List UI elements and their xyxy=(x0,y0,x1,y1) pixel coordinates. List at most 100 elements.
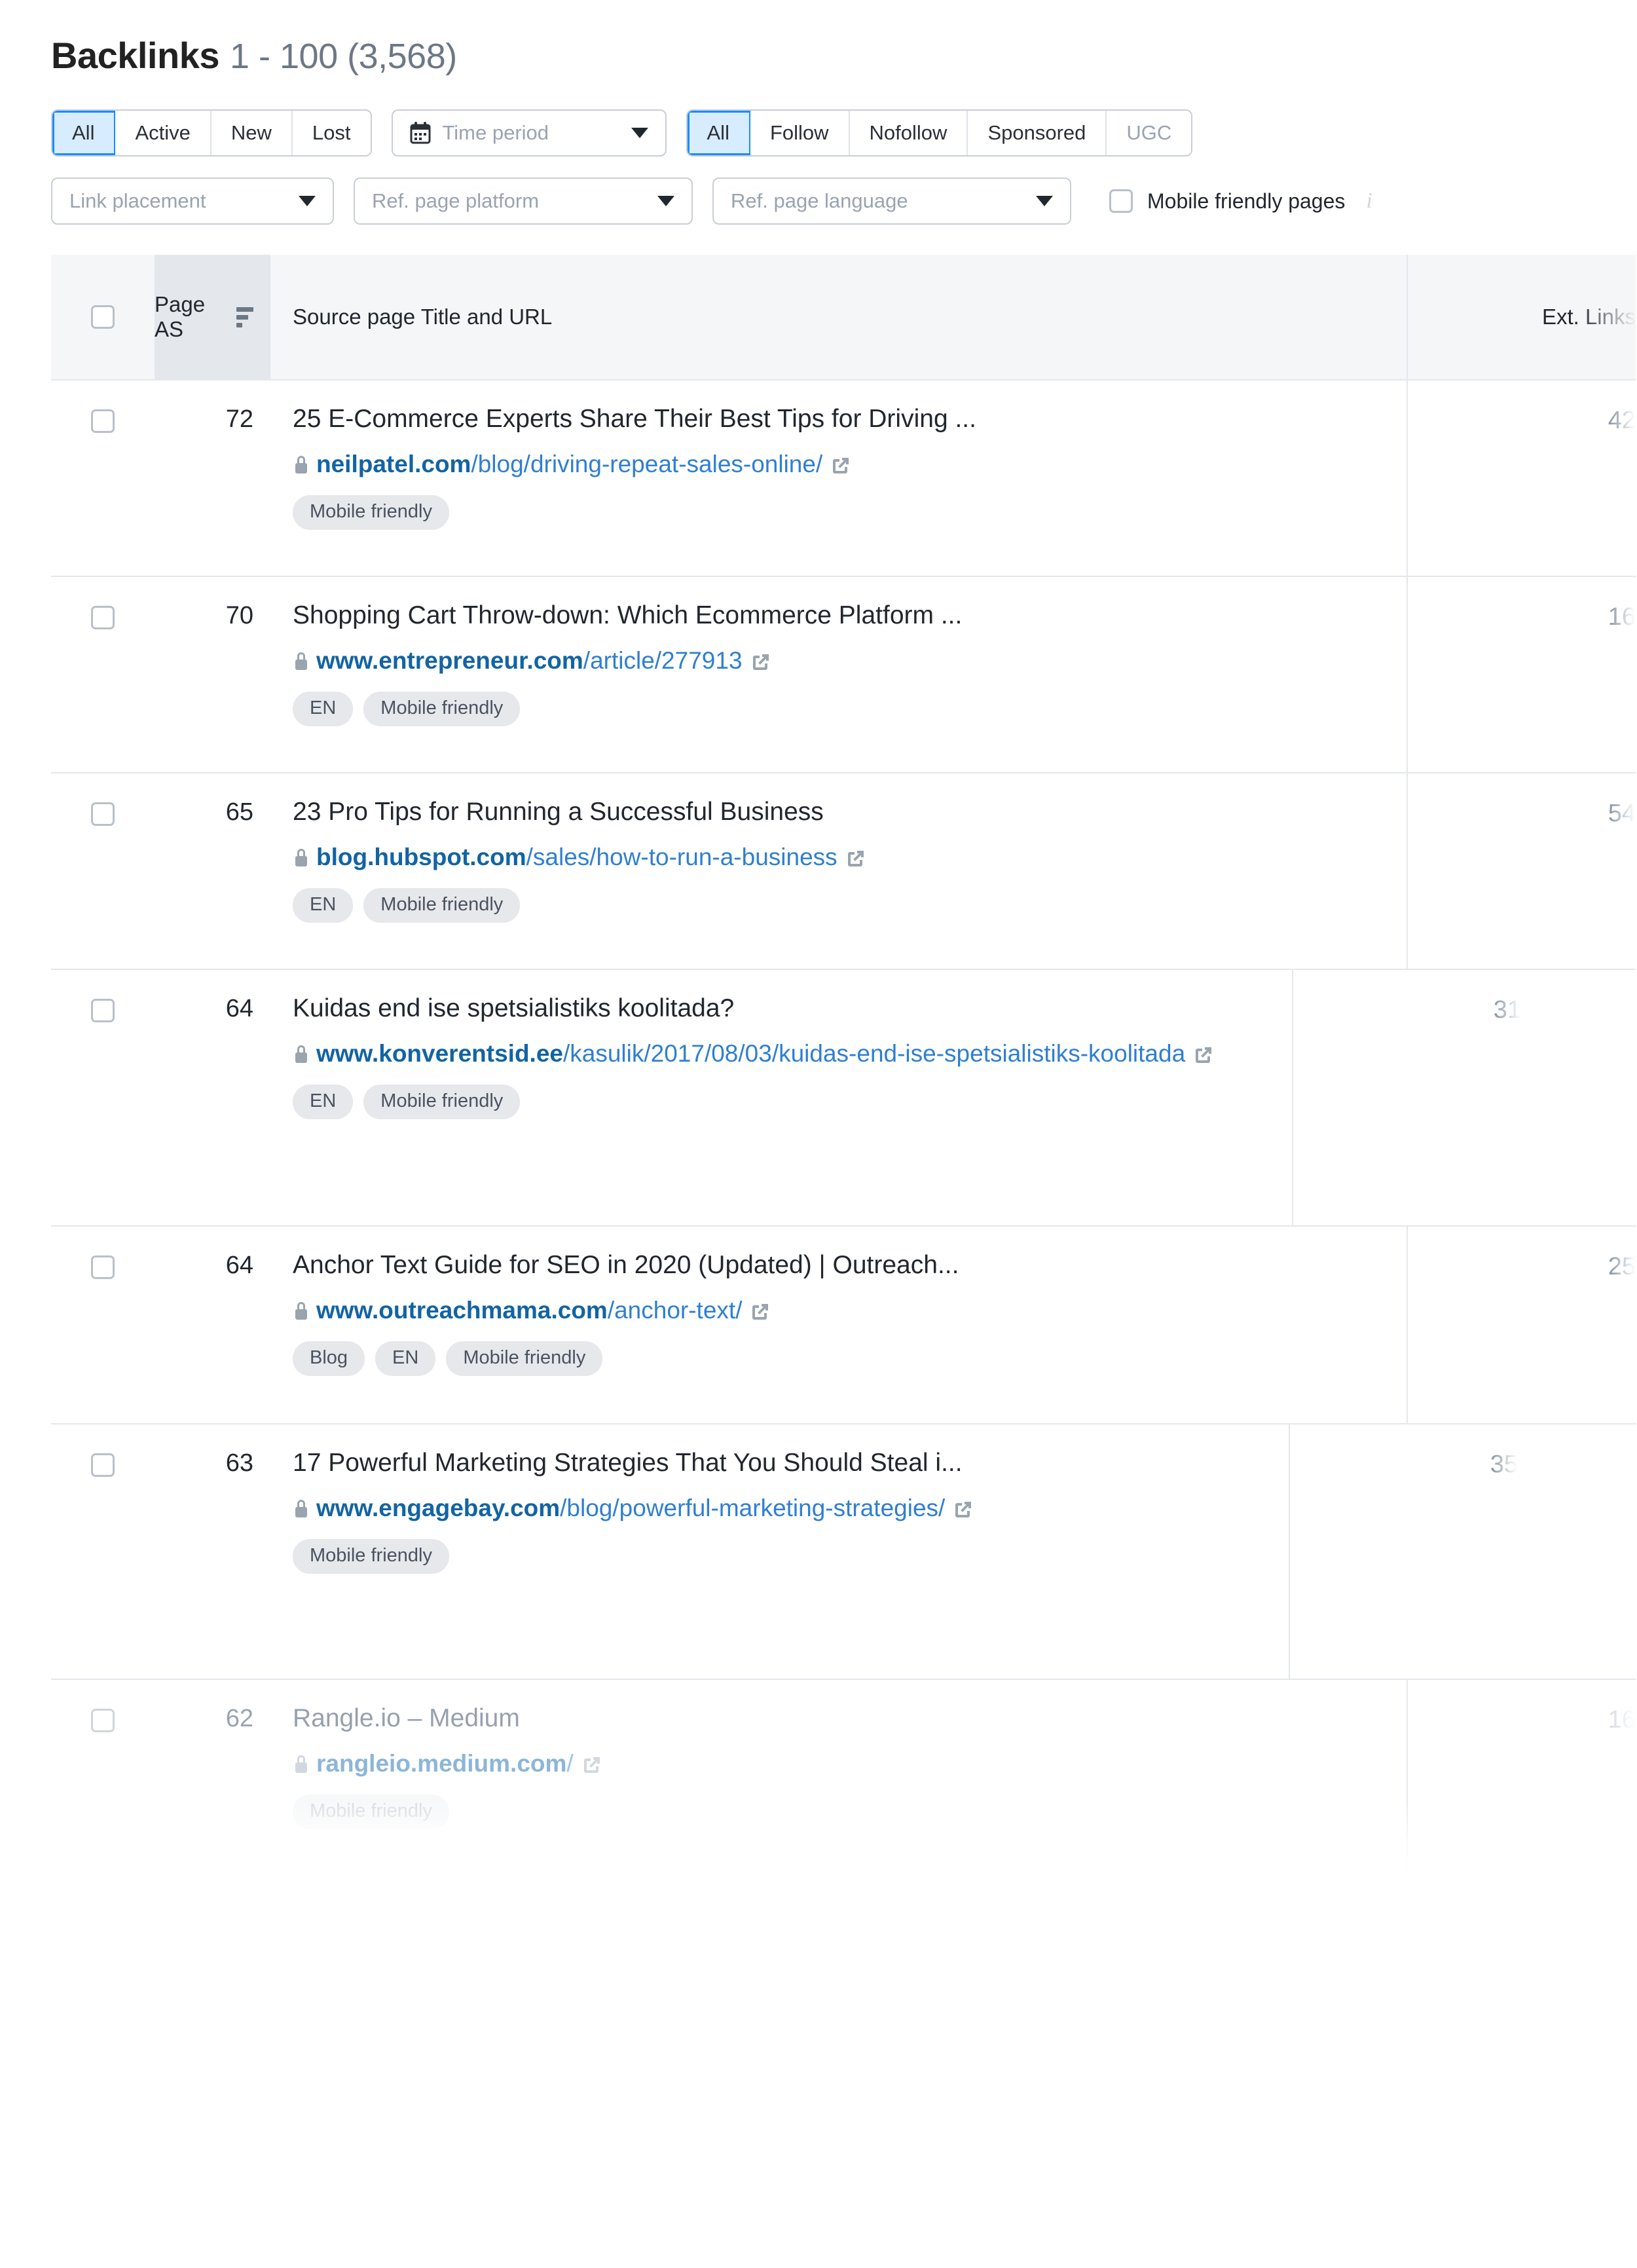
mobile-friendly-pages-checkbox[interactable] xyxy=(1109,189,1133,213)
lock-icon xyxy=(293,846,310,873)
row-source-cell: 25 E-Commerce Experts Share Their Best T… xyxy=(270,381,1407,576)
page-title-range: 1 - 100 (3,568) xyxy=(230,37,457,76)
info-icon[interactable]: i xyxy=(1366,189,1372,214)
url-domain[interactable]: neilpatel.com xyxy=(316,451,471,477)
status-filter-lost[interactable]: Lost xyxy=(292,111,371,155)
ref-page-language-dropdown[interactable]: Ref. page language xyxy=(712,177,1071,225)
row-tags: EN Mobile friendly xyxy=(293,887,1407,923)
filter-row-secondary: Link placement Ref. page platform Ref. p… xyxy=(0,177,1637,225)
source-page-url[interactable]: neilpatel.com/blog/driving-repeat-sales-… xyxy=(293,449,1407,481)
tag-language: EN xyxy=(293,1084,354,1119)
row-page-as-cell: 63 xyxy=(155,1424,270,1679)
page-as-value: 70 xyxy=(225,602,253,629)
column-header-page-as[interactable]: Page AS xyxy=(155,255,270,379)
sort-descending-icon[interactable] xyxy=(236,307,253,327)
row-checkbox[interactable] xyxy=(91,999,115,1022)
row-tags: Mobile friendly xyxy=(293,494,1407,530)
url-path[interactable]: / xyxy=(566,1750,573,1777)
time-period-label: Time period xyxy=(442,121,549,144)
follow-filter-all[interactable]: All xyxy=(687,111,750,155)
url-domain[interactable]: www.engagebay.com xyxy=(316,1495,560,1521)
url-path[interactable]: /anchor-text/ xyxy=(608,1297,743,1324)
row-checkbox[interactable] xyxy=(91,802,115,826)
time-period-dropdown[interactable]: Time period xyxy=(391,109,667,157)
source-page-url[interactable]: rangleio.medium.com/ xyxy=(293,1748,1407,1780)
row-checkbox[interactable] xyxy=(91,409,115,433)
ref-page-platform-label: Ref. page platform xyxy=(372,189,540,212)
link-placement-dropdown[interactable]: Link placement xyxy=(51,177,334,225)
tag-mobile-friendly: Mobile friendly xyxy=(293,1794,449,1829)
row-checkbox[interactable] xyxy=(91,1255,115,1279)
chevron-down-icon xyxy=(631,128,648,138)
row-page-as-cell: 62 xyxy=(155,1680,270,1876)
row-select-cell xyxy=(51,1424,155,1679)
status-filter-all[interactable]: All xyxy=(52,111,116,155)
url-domain[interactable]: www.outreachmama.com xyxy=(316,1297,608,1324)
table-row[interactable]: 65 23 Pro Tips for Running a Successful … xyxy=(51,773,1636,970)
tag-language: EN xyxy=(375,1341,436,1376)
url-domain[interactable]: www.entrepreneur.com xyxy=(316,647,583,674)
page-as-value: 64 xyxy=(225,1252,253,1279)
row-source-cell: Shopping Cart Throw-down: Which Ecommerc… xyxy=(270,577,1407,772)
status-filter-active[interactable]: Active xyxy=(115,111,212,155)
row-checkbox[interactable] xyxy=(91,1453,115,1477)
tag-mobile-friendly: Mobile friendly xyxy=(446,1341,603,1376)
url-path[interactable]: /sales/how-to-run-a-business xyxy=(526,844,837,870)
source-page-title: Rangle.io – Medium xyxy=(293,1704,520,1732)
follow-filter-follow[interactable]: Follow xyxy=(750,111,850,155)
tag-language: EN xyxy=(293,887,354,923)
source-page-url[interactable]: www.outreachmama.com/anchor-text/ xyxy=(293,1295,1407,1327)
url-domain[interactable]: www.konverentsid.ee xyxy=(316,1040,563,1067)
table-row[interactable]: 72 25 E-Commerce Experts Share Their Bes… xyxy=(51,381,1636,577)
url-path[interactable]: /article/277913 xyxy=(583,647,743,674)
source-page-url[interactable]: www.konverentsid.ee/kasulik/2017/08/03/k… xyxy=(293,1038,1292,1070)
page-as-value: 72 xyxy=(225,405,253,433)
external-link-icon[interactable] xyxy=(581,1755,602,1780)
table-row[interactable]: 63 17 Powerful Marketing Strategies That… xyxy=(51,1424,1636,1680)
calendar-icon xyxy=(410,122,431,144)
chevron-down-icon xyxy=(657,196,674,206)
table-row[interactable]: 62 Rangle.io – Medium rangleio.medium.co… xyxy=(51,1680,1636,1876)
url-path[interactable]: /blog/powerful-marketing-strategies/ xyxy=(560,1495,945,1521)
url-path[interactable]: /kasulik/2017/08/03/kuidas-end-ise-spets… xyxy=(563,1040,1185,1067)
url-domain[interactable]: blog.hubspot.com xyxy=(316,844,526,870)
filter-row-primary: All Active New Lost Time period All Foll… xyxy=(0,109,1637,157)
url-domain[interactable]: rangleio.medium.com xyxy=(316,1750,566,1777)
tag-blog: Blog xyxy=(293,1341,365,1376)
follow-filter-nofollow[interactable]: Nofollow xyxy=(849,111,968,155)
row-select-cell xyxy=(51,1680,155,1876)
select-all-checkbox[interactable] xyxy=(91,305,115,329)
follow-filter-sponsored[interactable]: Sponsored xyxy=(968,111,1107,155)
table-row[interactable]: 70 Shopping Cart Throw-down: Which Ecomm… xyxy=(51,577,1636,773)
external-link-icon[interactable] xyxy=(750,652,771,677)
ext-links-value: 35 xyxy=(1490,1451,1518,1478)
external-link-icon[interactable] xyxy=(845,848,866,874)
external-link-icon[interactable] xyxy=(830,455,851,481)
external-link-icon[interactable] xyxy=(1193,1045,1214,1070)
row-select-cell xyxy=(51,773,155,969)
row-checkbox[interactable] xyxy=(91,606,115,629)
row-tags: Mobile friendly xyxy=(293,1794,1407,1829)
table-row[interactable]: 64 Kuidas end ise spetsialistiks koolita… xyxy=(51,970,1636,1227)
select-all-cell xyxy=(51,255,155,379)
table-row[interactable]: 64 Anchor Text Guide for SEO in 2020 (Up… xyxy=(51,1227,1636,1424)
status-filter-new[interactable]: New xyxy=(211,111,293,155)
external-link-icon[interactable] xyxy=(953,1499,974,1525)
row-tags: EN Mobile friendly xyxy=(293,691,1407,726)
external-link-icon[interactable] xyxy=(750,1301,771,1327)
source-page-url[interactable]: blog.hubspot.com/sales/how-to-run-a-busi… xyxy=(293,842,1407,874)
source-page-url[interactable]: www.entrepreneur.com/article/277913 xyxy=(293,645,1407,677)
ref-page-platform-dropdown[interactable]: Ref. page platform xyxy=(354,177,693,225)
url-path[interactable]: /blog/driving-repeat-sales-online/ xyxy=(471,451,822,477)
row-page-as-cell: 64 xyxy=(155,1227,270,1423)
row-checkbox[interactable] xyxy=(91,1709,115,1732)
page-header: Backlinks 1 - 100 (3,568) xyxy=(0,0,1637,77)
backlinks-table: Page AS Source page Title and URL Ext. L… xyxy=(51,255,1636,1876)
source-page-title: Kuidas end ise spetsialistiks koolitada? xyxy=(293,994,735,1022)
row-source-cell: 23 Pro Tips for Running a Successful Bus… xyxy=(270,773,1407,969)
lock-icon xyxy=(293,650,310,677)
source-page-url[interactable]: www.engagebay.com/blog/powerful-marketin… xyxy=(293,1493,1289,1525)
mobile-friendly-pages-filter[interactable]: Mobile friendly pages i xyxy=(1109,189,1372,214)
follow-filter-ugc[interactable]: UGC xyxy=(1107,111,1192,155)
row-tags: Mobile friendly xyxy=(293,1538,1289,1574)
